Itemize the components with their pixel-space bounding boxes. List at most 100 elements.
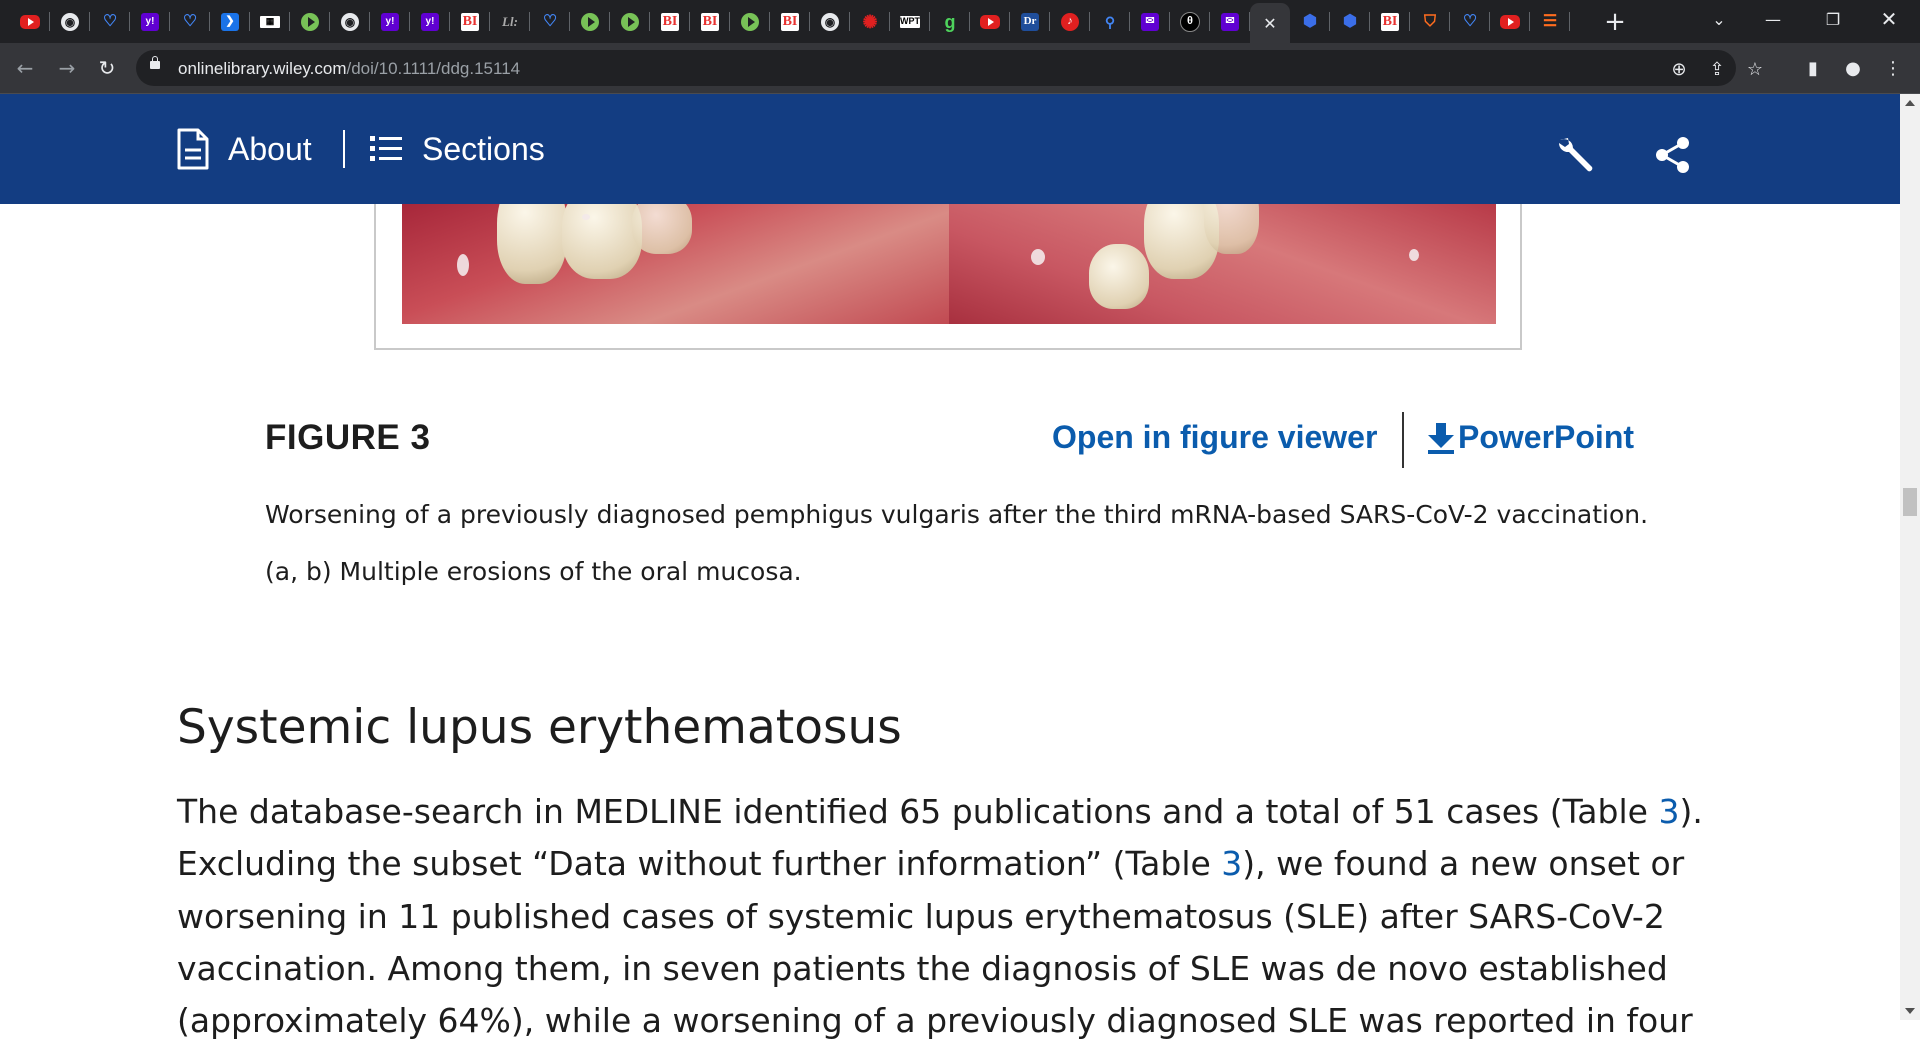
paragraph-line: (approximately 64%), while a worsening o…	[177, 995, 1693, 1047]
reload-icon[interactable]: ↻	[90, 51, 124, 85]
powerpoint-download-link[interactable]: PowerPoint	[1426, 419, 1634, 456]
g-icon: g	[944, 11, 956, 32]
close-icon[interactable]: ✕	[1263, 14, 1276, 33]
address-bar[interactable]: onlinelibrary.wiley.com/doi/10.1111/ddg.…	[136, 50, 1763, 86]
paragraph-text: The database-search in MEDLINE identifie…	[177, 792, 1659, 831]
lock-icon[interactable]	[150, 56, 160, 69]
figure-image[interactable]	[402, 204, 1496, 324]
tab[interactable]: ♡	[530, 0, 570, 43]
tab[interactable]: ⚲	[1090, 0, 1130, 43]
globe-icon: ◉	[821, 12, 839, 31]
about-button[interactable]: About	[176, 124, 312, 174]
tab[interactable]: ⬢	[1330, 0, 1370, 43]
starburst-icon: ✺	[862, 11, 878, 32]
shield-icon: ♡	[542, 12, 558, 30]
tab[interactable]	[570, 0, 610, 43]
minimize-icon[interactable]: —	[1750, 0, 1796, 38]
header-separator	[343, 130, 345, 168]
paragraph-text: vaccination. Among them, in seven patien…	[177, 948, 1668, 988]
figure-label: FIGURE 3	[265, 418, 431, 457]
browser-menu-icon[interactable]: ⋮	[1876, 51, 1910, 85]
arrow-tag-icon: ❯	[221, 12, 239, 31]
forward-icon[interactable]: →	[50, 51, 84, 85]
tab[interactable]: g	[930, 0, 970, 43]
restore-icon[interactable]: ❐	[1810, 0, 1856, 38]
share-page-icon[interactable]: ⇪	[1704, 56, 1730, 82]
download-icon	[1428, 422, 1454, 454]
tab[interactable]	[290, 0, 330, 43]
tab[interactable]: ❯	[210, 0, 250, 43]
tab[interactable]	[1490, 0, 1530, 43]
figure-caption-line-1: Worsening of a previously diagnosed pemp…	[265, 500, 1649, 529]
tab[interactable]: θ	[1170, 0, 1210, 43]
tab[interactable]: y!	[410, 0, 450, 43]
table-reference-link[interactable]: 3	[1658, 792, 1679, 831]
scroll-up-arrow-icon[interactable]	[1905, 100, 1915, 106]
figure-link-separator	[1402, 412, 1404, 468]
tab[interactable]: BI	[450, 0, 490, 43]
close-window-icon[interactable]: ✕	[1866, 0, 1912, 38]
tab[interactable]	[10, 0, 50, 43]
tab[interactable]: BI	[650, 0, 690, 43]
side-panel-icon[interactable]: ▮	[1796, 51, 1830, 85]
tab[interactable]: ♡	[1450, 0, 1490, 43]
business-insider-icon: BI	[1381, 12, 1399, 31]
table-reference-link[interactable]: 3	[1221, 844, 1242, 883]
mail-icon: ✉	[1141, 12, 1159, 31]
play-icon	[581, 12, 599, 31]
share-icon[interactable]	[1655, 130, 1691, 180]
tab[interactable]: ♪	[1050, 0, 1090, 43]
tab[interactable]: BI	[690, 0, 730, 43]
scroll-down-arrow-icon[interactable]	[1905, 1008, 1915, 1014]
tab[interactable]: ◉	[330, 0, 370, 43]
tab[interactable]: ☰	[1530, 0, 1570, 43]
tab[interactable]: y!	[130, 0, 170, 43]
tab[interactable]: Dr	[1010, 0, 1050, 43]
wpt-icon: WPT	[900, 15, 920, 28]
tab[interactable]: ✉	[1130, 0, 1170, 43]
business-insider-icon: BI	[701, 12, 719, 31]
wrench-icon[interactable]	[1552, 130, 1598, 180]
page-scrollbar[interactable]	[1900, 94, 1920, 1020]
tab[interactable]: ⬢	[1290, 0, 1330, 43]
business-insider-icon: BI	[661, 12, 679, 31]
new-tab-button[interactable]: +	[1600, 0, 1630, 43]
tab[interactable]: ◉	[810, 0, 850, 43]
tab[interactable]: ♡	[90, 0, 130, 43]
shield-icon: ♡	[102, 12, 118, 30]
paragraph-line: Excluding the subset “Data without furth…	[177, 838, 1684, 890]
article-header-bar: About Sections	[0, 94, 1900, 204]
url-text[interactable]: onlinelibrary.wiley.com/doi/10.1111/ddg.…	[178, 59, 520, 79]
section-paragraph: The database-search in MEDLINE identifie…	[177, 786, 1703, 1047]
tab[interactable]	[730, 0, 770, 43]
tab[interactable]: BI	[770, 0, 810, 43]
tab[interactable]: ⛉	[1410, 0, 1450, 43]
paragraph-line: vaccination. Among them, in seven patien…	[177, 943, 1677, 995]
profile-icon[interactable]: ●	[1836, 51, 1870, 85]
tab[interactable]: ✉	[1210, 0, 1250, 43]
tab[interactable]: y!	[370, 0, 410, 43]
tab[interactable]: Ll:	[490, 0, 530, 43]
podcast-icon: ♪	[1061, 12, 1079, 31]
rss-icon: ☰	[1542, 12, 1558, 30]
back-icon[interactable]: ←	[8, 51, 42, 85]
sections-button[interactable]: Sections	[370, 124, 545, 174]
tab[interactable]: WPT	[890, 0, 930, 43]
bookmark-star-icon[interactable]: ☆	[1742, 56, 1768, 82]
play-icon	[301, 12, 319, 31]
section-heading: Systemic lupus erythematosus	[177, 700, 902, 755]
tab[interactable]: ♡	[170, 0, 210, 43]
tab-active[interactable]: ✕	[1250, 3, 1290, 43]
tab[interactable]: BI	[1370, 0, 1410, 43]
open-figure-viewer-link[interactable]: Open in figure viewer	[1052, 419, 1377, 456]
tab[interactable]	[970, 0, 1010, 43]
business-insider-icon: BI	[461, 12, 479, 31]
tab[interactable]: ◉	[50, 0, 90, 43]
zoom-icon[interactable]: ⊕	[1666, 56, 1692, 82]
figure-caption-line-2: (a, b) Multiple erosions of the oral muc…	[265, 557, 802, 586]
tab-search-icon[interactable]: ⌄	[1696, 0, 1742, 38]
tab[interactable]: ✺	[850, 0, 890, 43]
tab[interactable]: ▦	[250, 0, 290, 43]
tab[interactable]	[610, 0, 650, 43]
scrollbar-thumb[interactable]	[1903, 488, 1917, 516]
